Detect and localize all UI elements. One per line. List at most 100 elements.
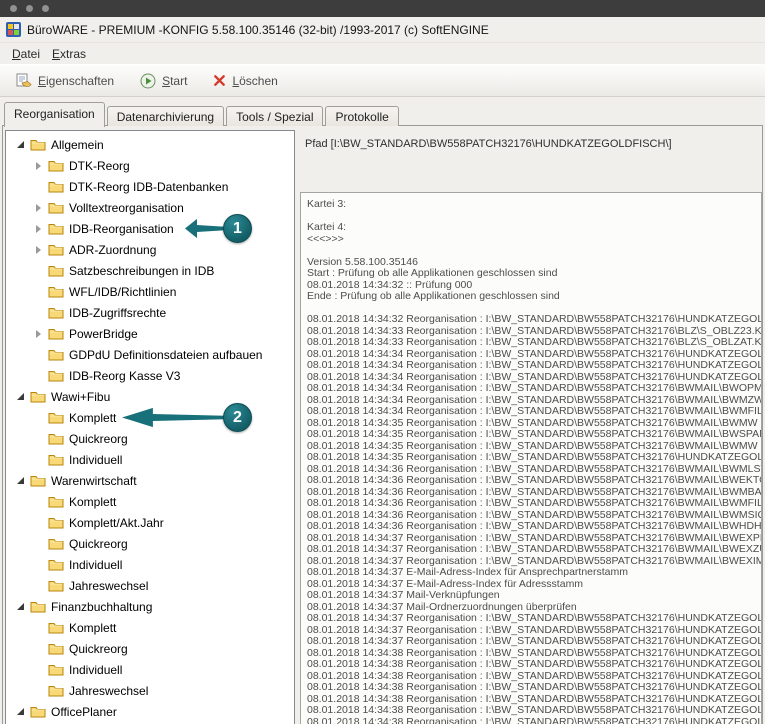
collapsed-arrow-icon[interactable] (30, 221, 46, 237)
log-line: 08.01.2018 14:34:37 Mail-Verknüpfungen (307, 590, 761, 602)
menu-item-datei[interactable]: Datei (6, 45, 46, 63)
no-expander (30, 368, 46, 384)
tree-panel: Allgemein DTK-Reorg DTK-Reorg IDB-Datenban… (5, 130, 295, 724)
app-window: BüroWARE - PREMIUM -KONFIG 5.58.100.3514… (0, 0, 765, 724)
tree-item-label: Wawi+Fibu (51, 390, 110, 404)
tree-item-idb-zugriffsrechte[interactable]: IDB-Zugriffsrechte (6, 302, 294, 323)
no-expander (30, 662, 46, 678)
tree-item-komplett[interactable]: Komplett2 (6, 407, 294, 428)
no-expander (30, 263, 46, 279)
tree-item-label: GDPdU Definitionsdateien aufbauen (69, 348, 262, 362)
expanded-arrow-icon[interactable] (12, 704, 28, 720)
folder-icon (48, 159, 64, 172)
tree-item-allgemein[interactable]: Allgemein (6, 134, 294, 155)
tab-tools-spezial[interactable]: Tools / Spezial (226, 106, 323, 126)
no-expander (30, 620, 46, 636)
tree-item-label: IDB-Reorg Kasse V3 (69, 369, 180, 383)
expanded-arrow-icon[interactable] (12, 473, 28, 489)
log-line: 08.01.2018 14:34:34 Reorganisation : I:\… (307, 406, 761, 418)
tree-item-komplett[interactable]: Komplett (6, 617, 294, 638)
tree-item-officeplaner[interactable]: OfficePlaner (6, 701, 294, 722)
start-button[interactable]: Start (136, 71, 191, 91)
tree-item-label: ADR-Zuordnung (69, 243, 156, 257)
log-line: <<<>>> (307, 234, 761, 246)
no-expander (30, 683, 46, 699)
tree-item-individuell[interactable]: Individuell (6, 449, 294, 470)
collapsed-arrow-icon[interactable] (30, 326, 46, 342)
tree-item-dtk-reorg[interactable]: DTK-Reorg (6, 155, 294, 176)
tree-item-label: Individuell (69, 663, 122, 677)
tree-item-warenwirtschaft[interactable]: Warenwirtschaft (6, 470, 294, 491)
tree-item-komplett[interactable]: Komplett (6, 491, 294, 512)
folder-icon (30, 138, 46, 151)
annotation-arrow-icon (185, 218, 225, 239)
log-line: 08.01.2018 14:34:35 Reorganisation : I:\… (307, 429, 761, 441)
tab-protokolle[interactable]: Protokolle (325, 106, 398, 126)
folder-icon (48, 411, 64, 424)
tab-datenarchivierung[interactable]: Datenarchivierung (107, 106, 224, 126)
chrome-bar (0, 0, 765, 17)
tree-item-gdpdu-definitionsdateien-aufbauen[interactable]: GDPdU Definitionsdateien aufbauen (6, 344, 294, 365)
tree-item-jahreswechsel[interactable]: Jahreswechsel (6, 575, 294, 596)
expanded-arrow-icon[interactable] (12, 389, 28, 405)
folder-icon (48, 180, 64, 193)
tree-item-wawi-fibu[interactable]: Wawi+Fibu (6, 386, 294, 407)
loeschen-button[interactable]: Löschen (209, 72, 281, 90)
window-dot[interactable] (26, 5, 33, 12)
window-dot[interactable] (10, 5, 17, 12)
tree-item-label: IDB-Zugriffsrechte (69, 306, 166, 320)
tree-item-label: Quickreorg (69, 642, 128, 656)
expanded-arrow-icon[interactable] (12, 137, 28, 153)
log-line: 08.01.2018 14:34:36 Reorganisation : I:\… (307, 475, 761, 487)
folder-icon (48, 495, 64, 508)
folder-icon (48, 537, 64, 550)
tree-item-quickreorg[interactable]: Quickreorg (6, 428, 294, 449)
tree-item-adr-zuordnung[interactable]: ADR-Zuordnung (6, 239, 294, 260)
tab-reorganisation[interactable]: Reorganisation (4, 102, 105, 127)
log-area[interactable]: Kartei 3: Kartei 4:<<<>>> Version 5.58.1… (300, 192, 762, 724)
folder-icon (48, 663, 64, 676)
log-line: 08.01.2018 14:34:38 Reorganisation : I:\… (307, 659, 761, 671)
tree-item-finanzbuchhaltung[interactable]: Finanzbuchhaltung (6, 596, 294, 617)
no-expander (30, 536, 46, 552)
log-line: Start : Prüfung ob alle Applikationen ge… (307, 268, 761, 280)
menu-item-extras[interactable]: Extras (46, 45, 92, 63)
tree-item-individuell[interactable]: Individuell (6, 659, 294, 680)
tree-item-wfl-idb-richtlinien[interactable]: WFL/IDB/Richtlinien (6, 281, 294, 302)
folder-icon (48, 516, 64, 529)
tree-item-volltextreorganisation[interactable]: Volltextreorganisation (6, 197, 294, 218)
tree-item-satzbeschreibungen-in-idb[interactable]: Satzbeschreibungen in IDB (6, 260, 294, 281)
collapsed-arrow-icon[interactable] (30, 200, 46, 216)
log-line: 08.01.2018 14:34:32 Reorganisation : I:\… (307, 314, 761, 326)
log-line: 08.01.2018 14:34:34 Reorganisation : I:\… (307, 360, 761, 372)
tree-item-label: DTK-Reorg (69, 159, 130, 173)
tree-item-label: Warenwirtschaft (51, 474, 137, 488)
no-expander (30, 641, 46, 657)
tree-item-label: Jahreswechsel (69, 579, 148, 593)
eigenschaften-button[interactable]: Eigenschaften (10, 71, 118, 91)
folder-icon (48, 369, 64, 382)
tree-item-powerbridge[interactable]: PowerBridge (6, 323, 294, 344)
no-expander (30, 431, 46, 447)
log-line: 08.01.2018 14:34:36 Reorganisation : I:\… (307, 521, 761, 533)
tree-item-quickreorg[interactable]: Quickreorg (6, 638, 294, 659)
tree-item-label: Allgemein (51, 138, 104, 152)
log-line: 08.01.2018 14:34:38 Reorganisation : I:\… (307, 682, 761, 694)
tree-item-label: Komplett (69, 621, 116, 635)
tree-item-label: DTK-Reorg IDB-Datenbanken (69, 180, 228, 194)
expanded-arrow-icon[interactable] (12, 599, 28, 615)
collapsed-arrow-icon[interactable] (30, 158, 46, 174)
tree-item-komplett-akt-jahr[interactable]: Komplett/Akt.Jahr (6, 512, 294, 533)
tree-item-jahreswechsel[interactable]: Jahreswechsel (6, 680, 294, 701)
folder-icon (48, 684, 64, 697)
tree-item-individuell[interactable]: Individuell (6, 554, 294, 575)
tree-item-dtk-reorg-idb-datenbanken[interactable]: DTK-Reorg IDB-Datenbanken (6, 176, 294, 197)
window-dot[interactable] (42, 5, 49, 12)
tree-item-label: Jahreswechsel (69, 684, 148, 698)
tree-item-quickreorg[interactable]: Quickreorg (6, 533, 294, 554)
folder-icon (48, 327, 64, 340)
collapsed-arrow-icon[interactable] (30, 242, 46, 258)
tree-item-idb-reorganisation[interactable]: IDB-Reorganisation1 (6, 218, 294, 239)
folder-icon (48, 579, 64, 592)
tree-item-idb-reorg-kasse-v3[interactable]: IDB-Reorg Kasse V3 (6, 365, 294, 386)
